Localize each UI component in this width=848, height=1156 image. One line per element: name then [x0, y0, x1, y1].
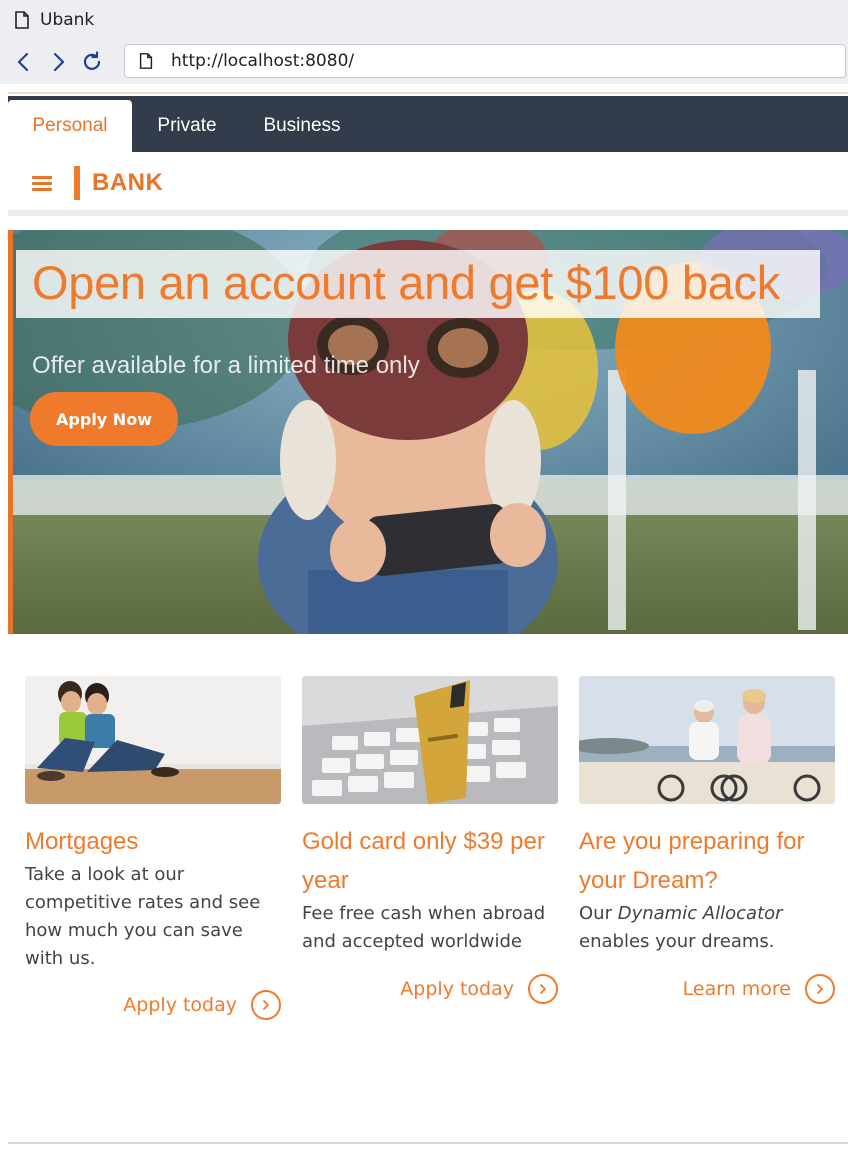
back-button[interactable] — [10, 48, 38, 76]
hero-subtitle: Offer available for a limited time only — [32, 352, 420, 379]
product-name-emphasis: Dynamic Allocator — [617, 903, 783, 924]
card-title: Are you preparing for your Dream? — [579, 828, 805, 894]
card-text-part: Our — [579, 903, 618, 924]
chevron-left-icon — [17, 52, 29, 72]
top-accent-line — [8, 92, 848, 94]
tab-private[interactable]: Private — [132, 100, 242, 152]
card-gold-card: Gold card only $39 per year Fee free cas… — [302, 676, 558, 1004]
card-title: Gold card only $39 per year — [302, 828, 545, 894]
tab-business[interactable]: Business — [242, 100, 362, 152]
reload-button[interactable] — [78, 48, 106, 76]
chevron-right-circle-icon[interactable] — [251, 990, 281, 1020]
reload-icon — [83, 51, 101, 70]
url-text[interactable]: http://localhost:8080/ — [171, 51, 354, 71]
segment-nav: Personal Private Business — [8, 96, 848, 152]
page-icon — [15, 11, 29, 29]
chevron-right-icon — [53, 52, 65, 72]
brand-logo-mark — [74, 166, 80, 200]
hero-banner: Open an account and get $100 back Offer … — [8, 230, 848, 634]
card-text: Fee free cash when abroad and accepted w… — [302, 903, 546, 952]
menu-icon[interactable] — [32, 176, 52, 192]
hero-title-box: Open an account and get $100 back — [16, 250, 820, 318]
apply-today-link[interactable]: Apply today — [400, 974, 558, 1004]
browser-toolbar: http://localhost:8080/ — [0, 40, 848, 84]
card-title: Mortgages — [25, 828, 139, 855]
card-image-keyboard — [302, 676, 558, 804]
card-dream: Are you preparing for your Dream? Our Dy… — [579, 676, 835, 1004]
product-cards: Mortgages Take a look at our competitive… — [8, 676, 848, 1056]
card-text: Take a look at our competitive rates and… — [25, 864, 261, 969]
link-label[interactable]: Apply today — [400, 978, 514, 1000]
card-mortgages: Mortgages Take a look at our competitive… — [25, 676, 281, 1020]
brand-bar: BANK — [8, 152, 848, 216]
browser-tab-bar: Ubank — [0, 0, 848, 40]
link-label[interactable]: Apply today — [123, 994, 237, 1016]
forward-button[interactable] — [44, 48, 72, 76]
address-bar[interactable]: http://localhost:8080/ — [124, 44, 846, 78]
chevron-right-circle-icon[interactable] — [805, 974, 835, 1004]
hero-title: Open an account and get $100 back — [32, 256, 780, 309]
brand-name[interactable]: BANK — [92, 169, 163, 197]
card-text-part: enables your dreams. — [579, 931, 775, 952]
browser-tab-title[interactable]: Ubank — [40, 10, 94, 30]
page-icon — [139, 53, 153, 69]
link-label[interactable]: Learn more — [683, 978, 791, 1000]
learn-more-link[interactable]: Learn more — [683, 974, 835, 1004]
apply-today-link[interactable]: Apply today — [123, 990, 281, 1020]
hero-accent-bar — [8, 230, 13, 634]
card-image-beach-bikes — [579, 676, 835, 804]
card-text: Our Dynamic Allocator enables your dreams… — [579, 900, 835, 956]
apply-now-button[interactable]: Apply Now — [30, 392, 178, 446]
card-image-couple — [25, 676, 281, 804]
chevron-right-circle-icon[interactable] — [528, 974, 558, 1004]
page-viewport: Personal Private Business BANK Open an a… — [8, 92, 848, 1144]
tab-personal[interactable]: Personal — [8, 100, 132, 152]
